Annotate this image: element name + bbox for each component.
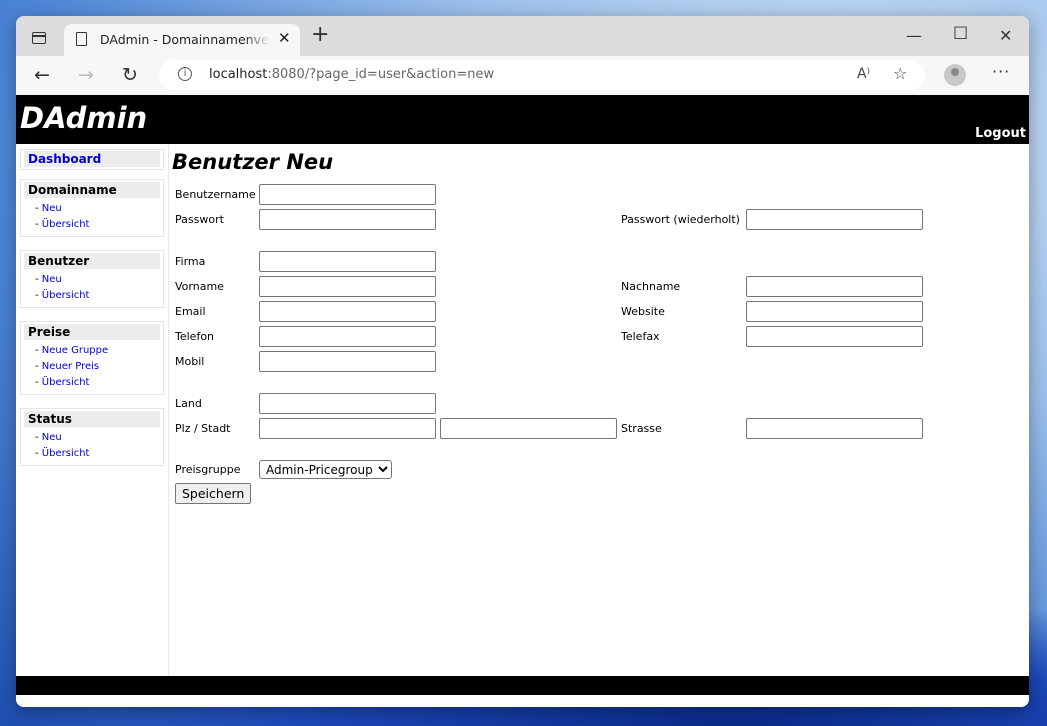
pricegroup-select[interactable]: Admin-Pricegroup [259,460,392,479]
url-path: :8080/?page_id=user&action=new [267,67,495,82]
price-new-price-link[interactable]: Neuer Preis [42,361,99,372]
page-icon [76,32,87,46]
app-footer [16,676,1029,695]
email-label: Email [175,305,206,318]
browser-tab[interactable]: DAdmin - Domainnamenverwaltung ✕ [64,24,300,56]
phone-input[interactable] [259,326,436,347]
mobile-input[interactable] [259,351,436,372]
firstname-label: Vorname [175,280,224,293]
tab-title: DAdmin - Domainnamenverwaltung [100,32,270,47]
sidebar-item: - Übersicht [35,290,90,301]
sidebar-section-title: Status [24,411,160,427]
app-logo: DAdmin [20,101,148,135]
sidebar-section-status: Status - Neu - Übersicht [20,408,164,466]
price-overview-link[interactable]: Übersicht [42,377,90,388]
reload-icon[interactable]: ↻ [122,64,138,86]
street-label: Strasse [621,422,662,435]
new-tab-icon[interactable]: + [311,24,329,46]
favorites-add-icon[interactable]: ☆ [893,64,907,83]
sidebar-item: - Neuer Preis [35,361,100,372]
lastname-input[interactable] [746,276,923,297]
status-new-link[interactable]: Neu [42,432,62,443]
password-repeat-label: Passwort (wiederholt) [621,213,740,226]
firstname-input[interactable] [259,276,436,297]
back-icon[interactable]: ← [34,64,50,86]
more-options-icon[interactable]: ··· [992,62,1010,81]
password-repeat-input[interactable] [746,209,923,230]
fax-label: Telefax [621,330,660,343]
browser-window: DAdmin - Domainnamenverwaltung ✕ + — ☐ ✕… [16,16,1029,707]
pricegroup-label: Preisgruppe [175,463,241,476]
phone-label: Telefon [175,330,215,343]
title-bar: DAdmin - Domainnamenverwaltung ✕ + — ☐ ✕ [16,16,1029,56]
dashboard-link[interactable]: Dashboard [28,152,101,166]
status-overview-link[interactable]: Übersicht [42,448,90,459]
zip-input[interactable] [259,418,436,439]
fax-input[interactable] [746,326,923,347]
main-content: Benutzer Neu Benutzername Passwort Passw… [170,144,1020,676]
sidebar-item: - Übersicht [35,448,90,459]
app-header: DAdmin Logout [16,95,1029,144]
mobile-label: Mobil [175,355,205,368]
close-tab-icon[interactable]: ✕ [278,29,291,47]
sidebar-item: - Neue Gruppe [35,345,109,356]
password-label: Passwort [175,213,224,226]
sidebar-section-benutzer: Benutzer - Neu - Übersicht [20,250,164,308]
city-input[interactable] [440,418,617,439]
logout-link[interactable]: Logout [975,126,1026,141]
website-label: Website [621,305,665,318]
company-label: Firma [175,255,206,268]
sidebar-section-title: Domainname [24,182,160,198]
site-info-icon[interactable]: i [178,67,192,81]
user-new-link[interactable]: Neu [42,274,62,285]
address-bar[interactable]: i localhost:8080/?page_id=user&action=ne… [159,60,925,90]
save-button[interactable]: Speichern [175,483,252,504]
page-content: DAdmin Logout Dashboard Domainname - Neu… [16,95,1029,707]
url-host: localhost [209,67,268,82]
user-overview-link[interactable]: Übersicht [42,290,90,301]
maximize-icon[interactable]: ☐ [953,24,968,44]
sidebar-item: - Neu [35,432,62,443]
read-aloud-icon[interactable]: A⁾ [857,66,870,82]
minimize-icon[interactable]: — [906,26,922,45]
street-input[interactable] [746,418,923,439]
sidebar: Dashboard Domainname - Neu - Übersicht B… [16,144,169,676]
website-input[interactable] [746,301,923,322]
browser-toolbar: ← → ↻ i localhost:8080/?page_id=user&act… [16,56,1029,96]
sidebar-section-domainname: Domainname - Neu - Übersicht [20,179,164,237]
sidebar-dashboard-box: Dashboard [20,149,164,170]
password-input[interactable] [259,209,436,230]
sidebar-item: - Übersicht [35,219,90,230]
price-new-group-link[interactable]: Neue Gruppe [42,345,108,356]
email-input[interactable] [259,301,436,322]
country-input[interactable] [259,393,436,414]
lastname-label: Nachname [621,280,681,293]
domainname-overview-link[interactable]: Übersicht [42,219,90,230]
sidebar-section-title: Benutzer [24,253,160,269]
country-label: Land [175,397,202,410]
sidebar-section-preise: Preise - Neue Gruppe - Neuer Preis - Übe… [20,321,164,395]
page-title: Benutzer Neu [172,150,334,174]
sidebar-item: - Neu [35,274,62,285]
url-text[interactable]: localhost:8080/?page_id=user&action=new [209,67,494,82]
sidebar-section-title: Preise [24,324,160,340]
domainname-new-link[interactable]: Neu [42,203,62,214]
tab-actions-icon[interactable] [32,32,46,44]
profile-avatar-icon[interactable] [944,64,966,86]
zip-city-label: Plz / Stadt [175,422,231,435]
sidebar-item: - Übersicht [35,377,90,388]
company-input[interactable] [259,251,436,272]
username-label: Benutzername [175,188,256,201]
window-close-icon[interactable]: ✕ [999,26,1012,45]
username-input[interactable] [259,184,436,205]
sidebar-dashboard-head: Dashboard [24,151,160,167]
sidebar-item: - Neu [35,203,62,214]
forward-icon[interactable]: → [78,64,94,86]
